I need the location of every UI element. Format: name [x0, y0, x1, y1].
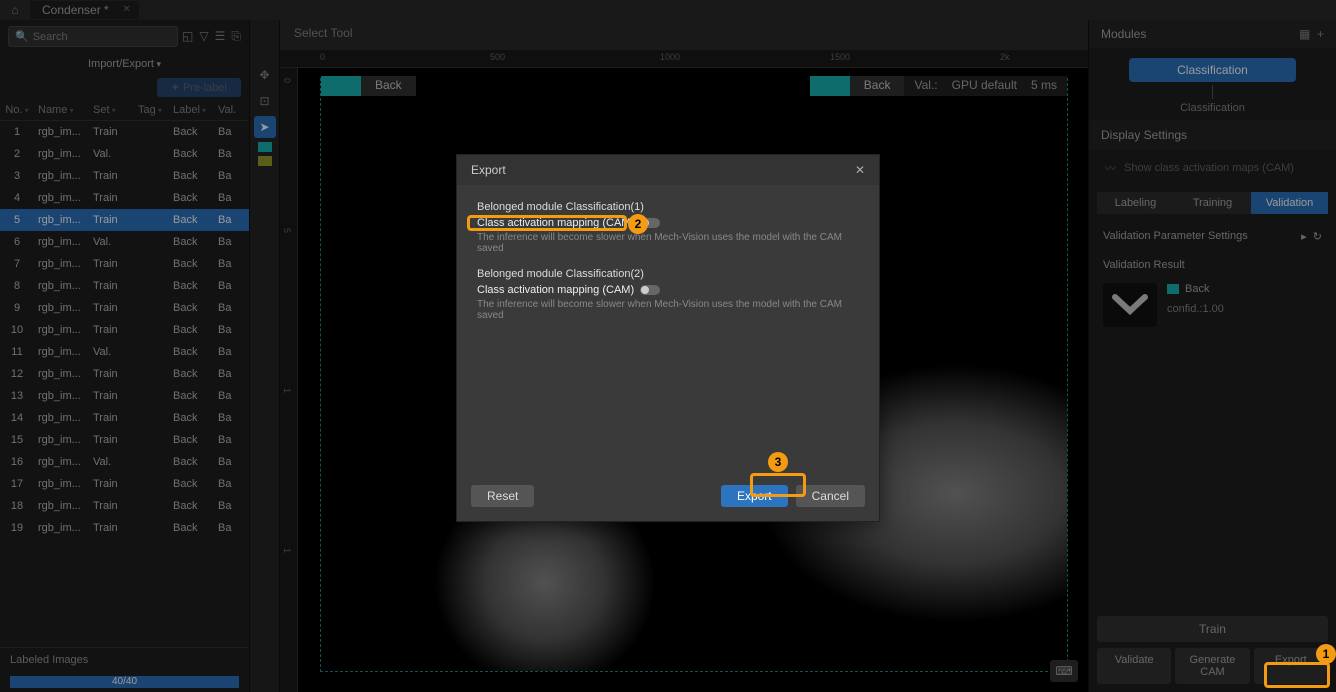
cam-hint-1: The inference will become slower when Me… [477, 232, 859, 254]
module-1-header: Belonged module Classification(1) [477, 201, 859, 213]
dialog-cancel-button[interactable]: Cancel [796, 485, 865, 507]
cam-toggle-1[interactable]: Class activation mapping (CAM) [477, 217, 859, 229]
export-dialog: Export ✕ Belonged module Classification(… [456, 154, 880, 522]
reset-button[interactable]: Reset [471, 485, 534, 507]
cam-hint-2: The inference will become slower when Me… [477, 299, 859, 321]
module-2-header: Belonged module Classification(2) [477, 268, 859, 280]
cam-toggle-2[interactable]: Class activation mapping (CAM) [477, 284, 859, 296]
dialog-close-icon[interactable]: ✕ [855, 163, 865, 177]
toggle-icon[interactable] [640, 218, 660, 228]
dialog-title: Export [471, 163, 506, 177]
toggle-icon[interactable] [640, 285, 660, 295]
dialog-export-button[interactable]: Export [721, 485, 788, 507]
